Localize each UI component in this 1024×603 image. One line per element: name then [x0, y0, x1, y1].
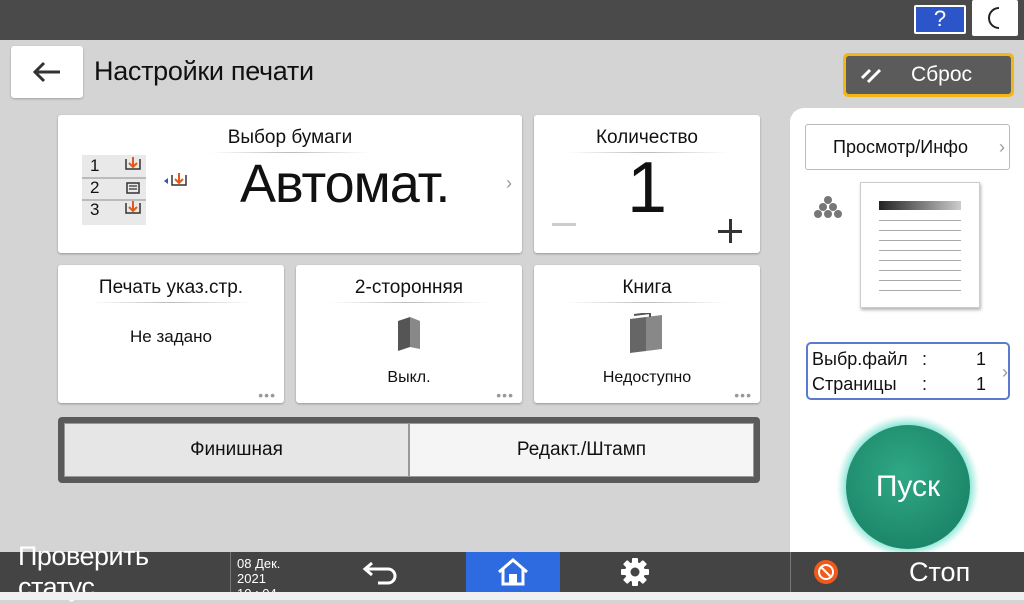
file-info-key: Выбр.файл [812, 349, 908, 369]
home-icon [498, 558, 528, 586]
energy-saver-button[interactable] [972, 0, 1018, 36]
stop-button[interactable]: Стоп [791, 557, 1024, 588]
file-info-row: Страницы : 1 [812, 372, 1004, 397]
reset-label: Сброс [910, 63, 973, 86]
more-icon: ••• [496, 387, 514, 403]
stop-icon [814, 560, 838, 584]
paper-tray-icon: 1 2 3 [82, 155, 187, 225]
file-info-value: 1 [975, 349, 986, 369]
quantity-plus-button[interactable] [718, 219, 744, 245]
reset-icon [852, 66, 892, 84]
color-mode-icon [814, 196, 842, 218]
more-icon: ••• [734, 387, 752, 403]
tab-finishing-label: Финишная [190, 439, 283, 460]
settings-button[interactable] [560, 552, 710, 592]
file-info-sep: : [922, 349, 928, 369]
file-info-value: 1 [975, 374, 986, 394]
return-icon [362, 561, 397, 585]
start-button[interactable]: Пуск [846, 425, 970, 549]
chevron-right-icon: › [506, 173, 512, 193]
print-pages-title: Печать указ.стр. [58, 277, 284, 303]
preview-panel: Просмотр/Инфо › Выбр.файл : 1 Страницы :… [790, 108, 1024, 558]
reset-button[interactable]: Сброс [843, 53, 1014, 97]
top-bar: ? [0, 0, 1024, 40]
chevron-right-icon: › [1002, 362, 1008, 382]
date-time-display: 08 Дек. 2021 10 : 04 [230, 552, 296, 601]
stop-label: Стоп [909, 556, 971, 587]
quantity-minus-button[interactable] [552, 223, 576, 226]
paper-select-title: Выбор бумаги [58, 127, 522, 153]
arrow-left-icon [32, 61, 60, 83]
duplex-title: 2-сторонняя [296, 277, 522, 303]
date-text: 08 Дек. 2021 [237, 556, 281, 586]
quantity-value: 1 [626, 148, 668, 228]
svg-text:2: 2 [90, 178, 99, 197]
preview-info-label: Просмотр/Инфо [833, 136, 968, 157]
duplex-tile[interactable]: 2-сторонняя Выкл. ••• [296, 265, 522, 403]
file-info-sep: : [922, 374, 928, 394]
gear-icon [621, 558, 649, 586]
home-button[interactable] [466, 552, 560, 592]
chevron-right-icon: › [999, 136, 1005, 157]
duplex-icon [398, 317, 420, 351]
settings-tab-bar: Финишная Редакт./Штамп [58, 417, 760, 483]
back-button[interactable] [11, 46, 83, 98]
file-info-key: Страницы [812, 374, 897, 394]
book-tile[interactable]: Книга Недоступно ••• [534, 265, 760, 403]
file-info-box[interactable]: Выбр.файл : 1 Страницы : 1 › [806, 342, 1010, 400]
paper-select-value: Автомат. [240, 154, 450, 214]
svg-text:1: 1 [90, 156, 99, 175]
book-value: Недоступно [602, 369, 692, 386]
page-title: Настройки печати [94, 56, 314, 86]
preview-info-button[interactable]: Просмотр/Инфо › [805, 124, 1010, 170]
help-button[interactable]: ? [914, 5, 966, 34]
paper-select-tile[interactable]: Выбор бумаги 1 2 3 Автомат. › [58, 115, 522, 253]
moon-icon [988, 7, 1000, 29]
start-label: Пуск [875, 470, 941, 503]
svg-text:3: 3 [90, 200, 99, 219]
page-preview-thumbnail[interactable] [860, 182, 980, 308]
book-icon [630, 313, 662, 353]
help-icon: ? [933, 6, 947, 31]
file-info-row: Выбр.файл : 1 [812, 347, 1004, 372]
more-icon: ••• [258, 387, 276, 403]
quantity-tile[interactable]: Количество 1 [534, 115, 760, 253]
print-pages-tile[interactable]: Печать указ.стр. Не задано ••• [58, 265, 284, 403]
bottom-strip [0, 592, 1024, 600]
return-button[interactable] [296, 552, 466, 592]
print-pages-value: Не задано [130, 327, 212, 346]
duplex-value: Выкл. [387, 369, 431, 386]
footer-bar: Проверить статус 08 Дек. 2021 10 : 04 Ст… [0, 541, 1024, 602]
book-title: Книга [534, 277, 760, 303]
tab-finishing[interactable]: Финишная [64, 423, 409, 477]
tab-edit-stamp-label: Редакт./Штамп [516, 439, 647, 460]
tab-edit-stamp[interactable]: Редакт./Штамп [409, 423, 754, 477]
